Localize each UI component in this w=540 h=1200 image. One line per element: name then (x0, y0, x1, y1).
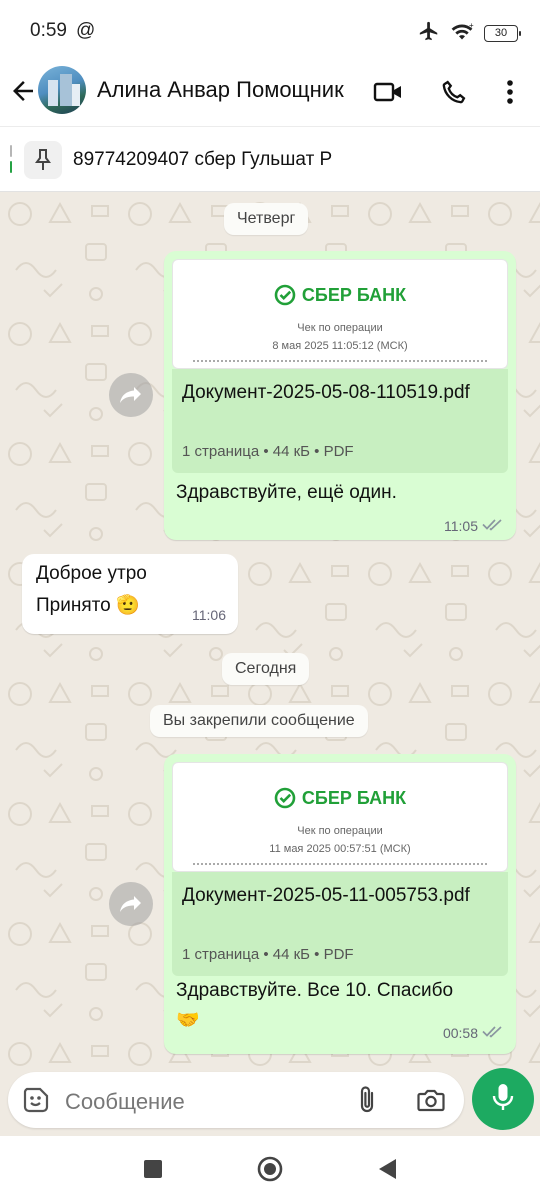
back-triangle-icon[interactable] (372, 1154, 402, 1184)
read-ticks-icon (482, 1024, 504, 1041)
chat-area[interactable]: Четверг СБЕР БАНК Чек по операции 8 мая … (0, 192, 540, 1068)
attach-icon[interactable] (356, 1085, 380, 1120)
message-caption: Здравствуйте, ещё один. (176, 482, 397, 503)
document-meta: 1 страница • 44 кБ • PDF (182, 946, 354, 963)
message-input[interactable]: Сообщение (8, 1072, 464, 1128)
message-incoming[interactable]: Доброе утро Принято 🫡 11:06 (22, 554, 238, 634)
battery-icon: 30 (484, 25, 521, 42)
date-separator-thursday: Четверг (224, 203, 309, 235)
system-navigation-bar (0, 1136, 540, 1200)
more-vert-icon[interactable] (492, 74, 528, 110)
document-preview[interactable]: СБЕР БАНК Чек по операции 8 мая 2025 11:… (172, 259, 508, 369)
document-info[interactable]: Документ-2025-05-08-110519.pdf 1 страниц… (172, 369, 508, 473)
message-outgoing-document[interactable]: СБЕР БАНК Чек по операции 11 мая 2025 00… (164, 754, 516, 1054)
message-text-line1: Доброе утро (36, 563, 147, 584)
read-ticks-icon (482, 517, 504, 534)
message-time: 11:06 (192, 607, 226, 623)
document-filename: Документ-2025-05-11-005753.pdf (182, 885, 470, 906)
document-filename: Документ-2025-05-08-110519.pdf (182, 382, 470, 403)
document-meta: 1 страница • 44 кБ • PDF (182, 443, 354, 460)
pinned-message-bar[interactable]: 89774209407 сбер Гульшат Р (0, 126, 540, 192)
camera-icon[interactable] (416, 1086, 446, 1119)
message-outgoing-document[interactable]: СБЕР БАНК Чек по операции 8 мая 2025 11:… (164, 251, 516, 540)
recents-square-icon[interactable] (138, 1154, 168, 1184)
forward-icon[interactable] (109, 373, 153, 417)
avatar[interactable] (38, 66, 86, 114)
status-time: 0:59 (30, 20, 67, 41)
sber-logo: СБЕР БАНК (173, 787, 507, 809)
receipt-divider (193, 863, 487, 865)
message-time: 11:05 (444, 517, 478, 534)
message-meta: 11:05 (444, 517, 504, 534)
pinned-message-text: 89774209407 сбер Гульшат Р (73, 149, 333, 170)
pin-icon (24, 141, 62, 179)
mic-icon (490, 1082, 516, 1117)
message-caption: Здравствуйте. Все 10. Спасибо (176, 980, 454, 1001)
date-separator-today: Сегодня (222, 653, 310, 685)
status-at-symbol: @ (76, 20, 96, 41)
receipt-date: 8 мая 2025 11:05:12 (МСК) (272, 340, 408, 352)
sber-logo: СБЕР БАНК (173, 284, 507, 306)
document-info[interactable]: Документ-2025-05-11-005753.pdf 1 страниц… (172, 872, 508, 976)
status-icons: + 30 (418, 20, 521, 47)
message-placeholder: Сообщение (65, 1089, 185, 1114)
message-time: 00:58 (442, 1024, 478, 1041)
handshake-emoji: 🤝 (176, 1010, 200, 1031)
forward-icon[interactable] (109, 882, 153, 926)
sticker-icon[interactable] (22, 1086, 50, 1119)
receipt-title: Чек по операции (297, 825, 383, 837)
document-preview[interactable]: СБЕР БАНК Чек по операции 11 мая 2025 00… (172, 762, 508, 872)
mic-button[interactable] (472, 1068, 534, 1130)
receipt-date: 11 мая 2025 00:57:51 (МСК) (269, 843, 411, 855)
message-text-line2: Принято 🫡 (36, 595, 140, 616)
chat-header: Алина Анвар Помощник (0, 62, 540, 124)
system-message-pinned: Вы закрепили сообщение (150, 705, 368, 737)
status-bar: 0:59 @ + 30 (0, 0, 540, 62)
pin-indicator-active (10, 161, 12, 173)
wifi-icon: + (450, 21, 474, 46)
pin-indicator-inactive (10, 145, 12, 157)
home-circle-icon[interactable] (255, 1154, 285, 1184)
contact-name[interactable]: Алина Анвар Помощник (97, 77, 355, 103)
message-composer: Сообщение (0, 1068, 540, 1136)
back-arrow-icon[interactable] (8, 76, 38, 106)
svg-text:+: + (469, 21, 474, 30)
airplane-icon (418, 20, 440, 47)
receipt-divider (193, 360, 487, 362)
phone-icon[interactable] (436, 74, 472, 110)
receipt-title: Чек по операции (297, 322, 383, 334)
video-call-icon[interactable] (370, 74, 406, 110)
message-meta: 00:58 (443, 1024, 504, 1041)
salute-emoji: 🫡 (115, 595, 140, 616)
